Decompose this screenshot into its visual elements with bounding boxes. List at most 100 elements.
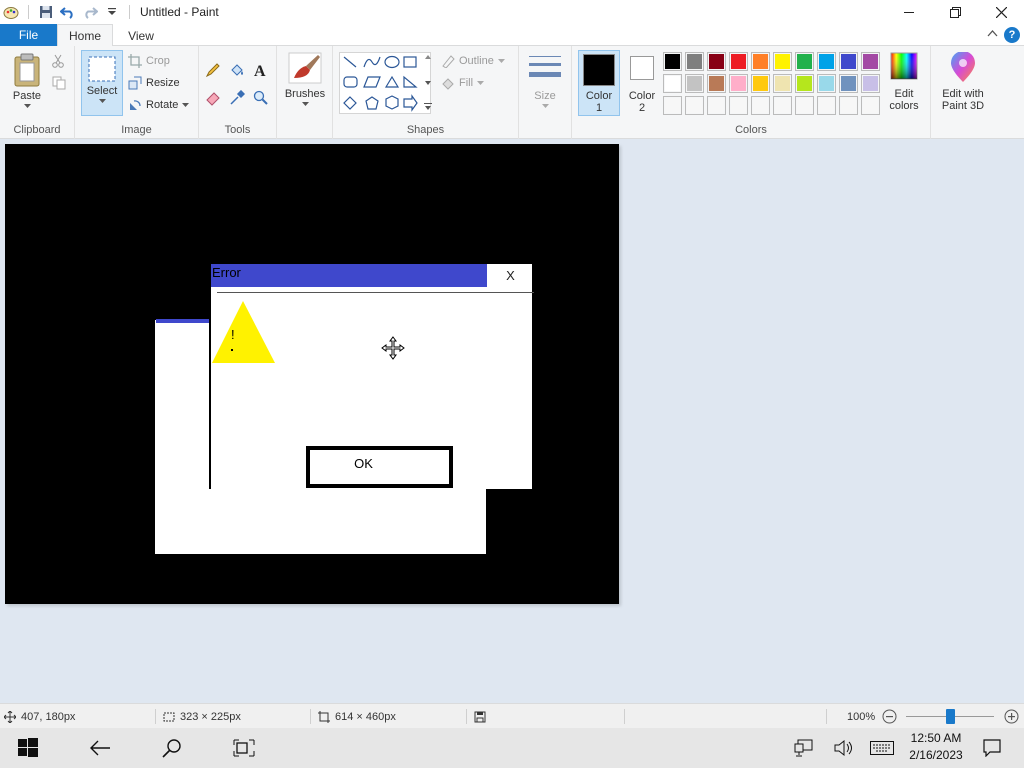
crop-button[interactable]: Crop (128, 54, 170, 68)
palette-swatch[interactable] (729, 74, 748, 93)
palette-swatch[interactable] (729, 96, 748, 115)
palette-swatch[interactable] (817, 74, 836, 93)
eraser-icon (206, 92, 220, 106)
fill-label: Fill (459, 77, 474, 89)
status-divider (155, 709, 156, 724)
palette-swatch[interactable] (751, 74, 770, 93)
eraser-tool[interactable] (205, 90, 221, 106)
size-button[interactable]: Size (527, 54, 563, 108)
palette-swatch[interactable] (685, 52, 704, 71)
keyboard-icon (870, 741, 894, 755)
restore-button[interactable] (932, 0, 978, 24)
paste-label: Paste (12, 90, 42, 102)
palette-swatch[interactable] (817, 96, 836, 115)
palette-swatch[interactable] (839, 52, 858, 71)
back-button[interactable] (76, 728, 124, 768)
minimize-button[interactable] (886, 0, 932, 24)
taskbar: 12:50 AM 2/16/2023 (0, 728, 1024, 768)
color2-button[interactable]: Color 2 (624, 56, 660, 114)
edit-colors-label-2: colors (889, 100, 919, 112)
zoom-slider-thumb[interactable] (946, 709, 955, 724)
ok-button-drawing: OK (306, 446, 453, 488)
palette-swatch[interactable] (663, 96, 682, 115)
cursor-position-icon (4, 710, 16, 723)
palette-swatch[interactable] (751, 52, 770, 71)
shapes-scroll-icons[interactable] (423, 52, 433, 114)
select-button[interactable]: Select (81, 50, 123, 116)
tools-group: A Tools (199, 46, 277, 139)
palette-swatch[interactable] (773, 96, 792, 115)
rotate-button[interactable]: Rotate (128, 98, 190, 112)
resize-icon (128, 76, 142, 90)
palette-swatch[interactable] (817, 52, 836, 71)
tab-file[interactable]: File (0, 24, 57, 46)
palette-swatch[interactable] (685, 74, 704, 93)
tab-home[interactable]: Home (57, 24, 113, 47)
cut-button[interactable] (52, 54, 64, 68)
zoom-out-icon (882, 709, 897, 724)
paint3d-group: Edit with Paint 3D (931, 46, 993, 139)
zoom-out-button[interactable] (882, 704, 897, 729)
palette-swatch[interactable] (861, 74, 880, 93)
edit-colors-button[interactable]: Edit colors (882, 52, 926, 112)
palette-swatch[interactable] (795, 74, 814, 93)
redo-icon[interactable] (81, 3, 99, 21)
status-bar: 407, 180px 323 × 225px 614 × 460px 100% (0, 703, 1024, 728)
palette-swatch[interactable] (663, 52, 682, 71)
brushes-button[interactable]: Brushes (283, 52, 327, 106)
collapse-ribbon-icon[interactable] (987, 28, 998, 40)
image-size-icon (318, 710, 330, 723)
palette-swatch[interactable] (795, 96, 814, 115)
palette-swatch[interactable] (685, 96, 704, 115)
pencil-tool[interactable] (205, 62, 221, 78)
palette-swatch[interactable] (839, 96, 858, 115)
outline-button[interactable]: Outline (441, 54, 505, 68)
resize-button[interactable]: Resize (128, 76, 180, 90)
status-divider (310, 709, 311, 724)
paste-button[interactable]: Paste (8, 52, 46, 108)
save-icon[interactable] (37, 3, 55, 21)
undo-icon[interactable] (59, 3, 77, 21)
search-button[interactable] (148, 728, 196, 768)
cursor-position: 407, 180px (4, 704, 75, 729)
fill-icon (442, 78, 454, 90)
zoom-in-button[interactable] (1004, 704, 1019, 729)
copy-button[interactable] (52, 76, 66, 90)
palette-swatch[interactable] (861, 96, 880, 115)
fill-button[interactable]: Fill (441, 76, 485, 90)
magnifier-tool[interactable] (253, 90, 269, 106)
color1-button[interactable]: Color 1 (578, 50, 620, 116)
system-clock[interactable]: 12:50 AM 2/16/2023 (898, 730, 974, 766)
palette-swatch[interactable] (707, 96, 726, 115)
paint-app-icon[interactable] (2, 3, 20, 21)
paint3d-label-1: Edit with (942, 88, 984, 100)
palette-swatch[interactable] (773, 52, 792, 71)
edit-with-paint3d-button[interactable]: Edit with Paint 3D (935, 52, 991, 112)
action-center-button[interactable] (968, 728, 1016, 768)
help-icon[interactable]: ? (1004, 27, 1020, 43)
palette-swatch[interactable] (795, 52, 814, 71)
palette-swatch[interactable] (729, 52, 748, 71)
palette-swatch[interactable] (663, 74, 682, 93)
palette-swatch[interactable] (839, 74, 858, 93)
palette-swatch[interactable] (861, 52, 880, 71)
fill-tool[interactable] (229, 62, 245, 78)
back-arrow-icon (90, 740, 110, 756)
color-picker-tool[interactable] (229, 90, 245, 106)
shapes-gallery[interactable] (339, 52, 431, 114)
select-label: Select (86, 85, 118, 97)
palette-swatch[interactable] (707, 52, 726, 71)
palette-swatch[interactable] (707, 74, 726, 93)
tab-view[interactable]: View (118, 24, 164, 47)
workspace: Error X ! OK (0, 140, 1024, 703)
brush-icon (288, 52, 322, 84)
palette-swatch[interactable] (751, 96, 770, 115)
palette-swatch[interactable] (773, 74, 792, 93)
customize-toolbar-icon[interactable] (103, 3, 121, 21)
start-button[interactable] (4, 728, 52, 768)
chevron-down-icon (23, 104, 31, 108)
text-tool[interactable]: A (253, 62, 269, 78)
task-view-button[interactable] (220, 728, 268, 768)
close-button[interactable] (978, 0, 1024, 24)
drawing-canvas[interactable]: Error X ! OK (5, 144, 619, 604)
